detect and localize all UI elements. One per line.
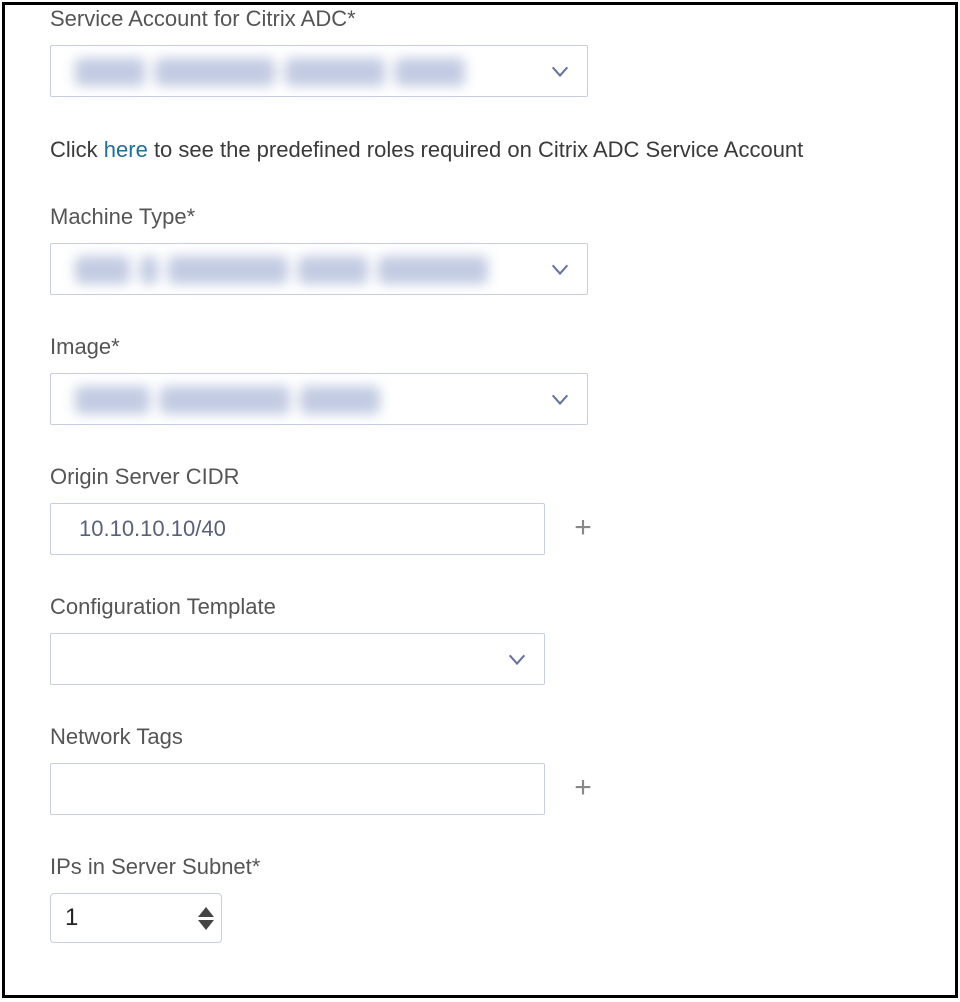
field-network-tags: Network Tags +: [50, 723, 910, 815]
chevron-down-icon: [549, 388, 571, 410]
add-tag-button[interactable]: +: [569, 775, 597, 803]
label-machine-type: Machine Type*: [50, 203, 910, 231]
redacted-value: [75, 386, 380, 414]
chevron-down-icon: [506, 648, 528, 670]
hint-prefix: Click: [50, 137, 104, 162]
spin-down-icon[interactable]: [198, 920, 214, 930]
label-ips-subnet: IPs in Server Subnet*: [50, 853, 910, 881]
ips-subnet-value[interactable]: 1: [51, 894, 191, 942]
input-ips-subnet[interactable]: 1: [50, 893, 222, 943]
select-config-template[interactable]: [50, 633, 545, 685]
field-config-template: Configuration Template: [50, 593, 910, 685]
add-cidr-button[interactable]: +: [569, 515, 597, 543]
field-ips-subnet: IPs in Server Subnet* 1: [50, 853, 910, 943]
select-machine-type[interactable]: [50, 243, 588, 295]
input-network-tags[interactable]: [50, 763, 545, 815]
label-origin-cidr: Origin Server CIDR: [50, 463, 910, 491]
chevron-down-icon: [549, 258, 571, 280]
label-network-tags: Network Tags: [50, 723, 910, 751]
spin-up-icon[interactable]: [198, 907, 214, 917]
redacted-value: [75, 58, 465, 86]
field-origin-cidr: Origin Server CIDR +: [50, 463, 910, 555]
label-service-account: Service Account for Citrix ADC*: [50, 5, 910, 33]
number-spinner: [191, 894, 221, 942]
predefined-roles-hint: Click here to see the predefined roles r…: [50, 135, 910, 165]
field-image: Image*: [50, 333, 910, 425]
select-service-account[interactable]: [50, 45, 588, 97]
chevron-down-icon: [549, 60, 571, 82]
select-image[interactable]: [50, 373, 588, 425]
form-panel: Service Account for Citrix ADC* Click he…: [2, 2, 958, 998]
input-origin-cidr[interactable]: [50, 503, 545, 555]
hint-suffix: to see the predefined roles required on …: [148, 137, 803, 162]
here-link[interactable]: here: [104, 137, 148, 162]
redacted-value: [75, 256, 488, 284]
field-machine-type: Machine Type*: [50, 203, 910, 295]
label-image: Image*: [50, 333, 910, 361]
field-service-account: Service Account for Citrix ADC*: [50, 5, 910, 97]
label-config-template: Configuration Template: [50, 593, 910, 621]
